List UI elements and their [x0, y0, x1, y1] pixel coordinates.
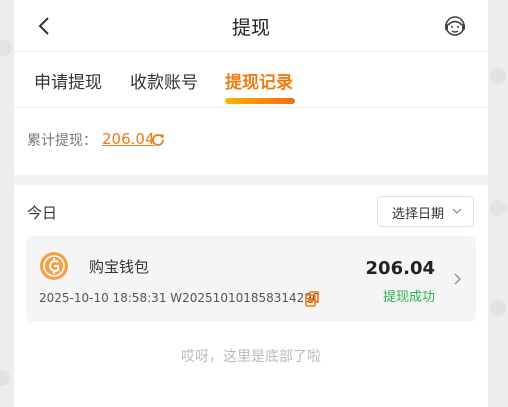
header: 提现	[14, 0, 488, 52]
ball-decoration	[490, 300, 506, 316]
customer-service-icon[interactable]	[442, 13, 468, 39]
chevron-right-icon	[454, 273, 462, 285]
ball-decoration	[490, 200, 506, 216]
record-datetime: 2025-10-10 18:58:31	[39, 291, 167, 305]
withdraw-panel: 提现 申请提现 收款账号 提现记录 累计提现： 206.04 今日 选择日期 购…	[14, 0, 488, 407]
date-select-label: 选择日期	[392, 207, 445, 222]
chevron-down-icon	[452, 208, 462, 214]
wallet-name: 购宝钱包	[89, 258, 150, 276]
record-order-number: W202510101858314290	[170, 291, 320, 305]
record-amount: 206.04	[365, 258, 435, 279]
total-withdraw-label: 累计提现：	[27, 133, 97, 149]
tab-payment-accounts[interactable]: 收款账号	[130, 68, 198, 93]
total-withdraw-amount[interactable]: 206.04	[102, 130, 155, 148]
page-title: 提现	[231, 17, 270, 39]
tab-withdraw-records[interactable]: 提现记录	[225, 68, 293, 93]
active-tab-indicator	[225, 98, 295, 104]
tab-bar: 申请提现 收款账号 提现记录	[14, 52, 488, 108]
background-left	[0, 0, 14, 407]
ball-decoration	[490, 68, 506, 84]
withdraw-record-card[interactable]: 购宝钱包 2025-10-10 18:58:31 W20251010185831…	[26, 236, 476, 322]
tab-apply-withdraw[interactable]: 申请提现	[34, 68, 102, 93]
section-divider	[14, 175, 488, 185]
refresh-icon[interactable]	[151, 132, 165, 146]
period-label: 今日	[27, 204, 58, 222]
copy-icon[interactable]	[305, 291, 320, 307]
wallet-logo-icon	[40, 252, 68, 280]
record-status: 提现成功	[382, 290, 435, 305]
bottom-tip: 哎呀，这里是底部了啦	[181, 349, 321, 365]
date-select-button[interactable]: 选择日期	[377, 196, 474, 227]
record-meta: 2025-10-10 18:58:31 W202510101858314290	[39, 291, 320, 305]
